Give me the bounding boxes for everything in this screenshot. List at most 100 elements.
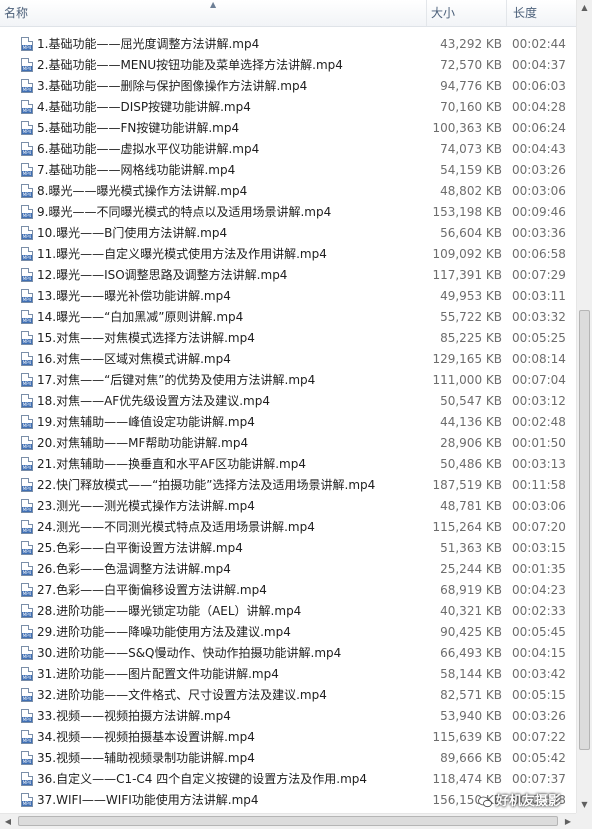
file-row[interactable]: 3.基础功能——删除与保护图像操作方法讲解.mp4 94,776 KB 00:06:…: [0, 76, 576, 97]
file-size: 111,000 KB: [432, 373, 502, 387]
file-row[interactable]: 7.基础功能——网格线功能讲解.mp4 54,159 KB 00:03:26: [0, 160, 576, 181]
file-row[interactable]: 26.色彩——色温调整方法讲解.mp4 25,244 KB 00:01:35: [0, 559, 576, 580]
file-row[interactable]: 18.对焦——AF优先级设置方法及建议.mp4 50,547 KB 00:03:12: [0, 391, 576, 412]
file-duration: 00:03:06: [512, 499, 566, 513]
file-name: 37.WIFI——WIFI功能使用方法讲解.mp4: [37, 793, 259, 807]
file-duration: 00:03:26: [512, 163, 566, 177]
file-row[interactable]: 34.视频——视频拍摄基本设置讲解.mp4 115,639 KB 00:07:22: [0, 727, 576, 748]
file-name: 14.曝光——“白加黑减”原则讲解.mp4: [37, 310, 244, 324]
mp4-file-icon: [21, 352, 33, 366]
file-size: 129,165 KB: [432, 352, 502, 366]
file-name: 4.基础功能——DISP按键功能讲解.mp4: [37, 100, 251, 114]
file-row[interactable]: 15.对焦——对焦模式选择方法讲解.mp4 85,225 KB 00:05:25: [0, 328, 576, 349]
file-duration: 00:03:06: [512, 184, 566, 198]
file-size: 74,073 KB: [440, 142, 502, 156]
mp4-file-icon: [21, 394, 33, 408]
file-row[interactable]: 22.快门释放模式——“拍摄功能”选择方法及适用场景讲解.mp4 187,519 …: [0, 475, 576, 496]
file-row[interactable]: 12.曝光——ISO调整思路及调整方法讲解.mp4 117,391 KB 00:07…: [0, 265, 576, 286]
file-duration: 00:03:32: [512, 310, 566, 324]
file-row[interactable]: 9.曝光——不同曝光模式的特点以及适用场景讲解.mp4 153,198 KB 00:…: [0, 202, 576, 223]
file-size: 40,321 KB: [440, 604, 502, 618]
file-row[interactable]: 11.曝光——自定义曝光模式使用方法及作用讲解.mp4 109,092 KB 00:…: [0, 244, 576, 265]
mp4-file-icon: [21, 709, 33, 723]
mp4-file-icon: [21, 604, 33, 618]
file-size: 109,092 KB: [432, 247, 502, 261]
file-size: 118,474 KB: [432, 772, 502, 786]
file-size: 53,940 KB: [440, 709, 502, 723]
file-duration: 00:05:45: [512, 625, 566, 639]
file-row[interactable]: 10.曝光——B门使用方法讲解.mp4 56,604 KB 00:03:36: [0, 223, 576, 244]
file-row[interactable]: 21.对焦辅助——换垂直和水平AF区功能讲解.mp4 50,486 KB 00:03…: [0, 454, 576, 475]
file-size: 55,722 KB: [440, 310, 502, 324]
file-duration: 00:08:14: [512, 352, 566, 366]
file-row[interactable]: 27.色彩——白平衡偏移设置方法讲解.mp4 68,919 KB 00:04:23: [0, 580, 576, 601]
file-row[interactable]: 8.曝光——曝光模式操作方法讲解.mp4 48,802 KB 00:03:06: [0, 181, 576, 202]
file-duration: 00:04:43: [512, 142, 566, 156]
file-duration: 00:03:13: [512, 457, 566, 471]
file-size: 89,666 KB: [440, 751, 502, 765]
mp4-file-icon: [21, 247, 33, 261]
file-name: 31.进阶功能——图片配置文件功能讲解.mp4: [37, 667, 279, 681]
file-row[interactable]: 33.视频——视频拍摄方法讲解.mp4 53,940 KB 00:03:26: [0, 706, 576, 727]
file-row[interactable]: 2.基础功能——MENU按钮功能及菜单选择方法讲解.mp4 72,570 KB 00…: [0, 55, 576, 76]
file-row[interactable]: 35.视频——辅助视频录制功能讲解.mp4 89,666 KB 00:05:42: [0, 748, 576, 769]
file-row[interactable]: 17.对焦——“后键对焦”的优势及使用方法讲解.mp4 111,000 KB 00:…: [0, 370, 576, 391]
scroll-right-arrow-icon[interactable]: ▶: [560, 814, 576, 829]
scroll-down-arrow-icon[interactable]: ▼: [577, 797, 592, 813]
file-name: 18.对焦——AF优先级设置方法及建议.mp4: [37, 394, 270, 408]
mp4-file-icon: [21, 457, 33, 471]
horizontal-scrollbar[interactable]: ◀ ▶: [0, 813, 576, 829]
file-row[interactable]: 28.进阶功能——曝光锁定功能（AEL）讲解.mp4 40,321 KB 00:02…: [0, 601, 576, 622]
file-size: 44,136 KB: [440, 415, 502, 429]
file-row[interactable]: 4.基础功能——DISP按键功能讲解.mp4 70,160 KB 00:04:28: [0, 97, 576, 118]
file-name: 17.对焦——“后键对焦”的优势及使用方法讲解.mp4: [37, 373, 316, 387]
mp4-file-icon: [21, 520, 33, 534]
column-header-duration[interactable]: 长度: [506, 0, 576, 26]
file-row[interactable]: 32.进阶功能——文件格式、尺寸设置方法及建议.mp4 82,571 KB 00:0…: [0, 685, 576, 706]
file-size: 48,781 KB: [440, 499, 502, 513]
file-size: 68,919 KB: [440, 583, 502, 597]
file-row[interactable]: 19.对焦辅助——峰值设定功能讲解.mp4 44,136 KB 00:02:48: [0, 412, 576, 433]
horizontal-scroll-thumb[interactable]: [18, 816, 558, 826]
file-size: 117,391 KB: [432, 268, 502, 282]
file-duration: 00:03:42: [512, 667, 566, 681]
file-row[interactable]: 30.进阶功能——S&Q慢动作、快动作拍摄功能讲解.mp4 66,493 KB 00…: [0, 643, 576, 664]
file-duration: 00:04:15: [512, 646, 566, 660]
scroll-up-arrow-icon[interactable]: ▲: [577, 0, 592, 16]
file-duration: 00:07:22: [512, 730, 566, 744]
mp4-file-icon: [21, 499, 33, 513]
file-row[interactable]: 36.自定义——C1-C4 四个自定义按键的设置方法及作用.mp4 118,474…: [0, 769, 576, 790]
file-duration: 00:04:37: [512, 58, 566, 72]
file-row[interactable]: 20.对焦辅助——MF帮助功能讲解.mp4 28,906 KB 00:01:50: [0, 433, 576, 454]
scroll-left-arrow-icon[interactable]: ◀: [0, 814, 16, 829]
file-size: 28,906 KB: [440, 436, 502, 450]
file-row[interactable]: 1.基础功能——屈光度调整方法讲解.mp4 43,292 KB 00:02:44: [0, 34, 576, 55]
file-name: 13.曝光——曝光补偿功能讲解.mp4: [37, 289, 231, 303]
vertical-scrollbar[interactable]: ▲ ▼: [576, 0, 592, 813]
file-duration: 00:07:04: [512, 373, 566, 387]
file-duration: 00:03:26: [512, 709, 566, 723]
file-row[interactable]: 31.进阶功能——图片配置文件功能讲解.mp4 58,144 KB 00:03:42: [0, 664, 576, 685]
mp4-file-icon: [21, 289, 33, 303]
file-duration: 00:01:35: [512, 562, 566, 576]
file-row[interactable]: 14.曝光——“白加黑减”原则讲解.mp4 55,722 KB 00:03:32: [0, 307, 576, 328]
file-row[interactable]: 5.基础功能——FN按键功能讲解.mp4 100,363 KB 00:06:24: [0, 118, 576, 139]
file-row[interactable]: 25.色彩——白平衡设置方法讲解.mp4 51,363 KB 00:03:15: [0, 538, 576, 559]
file-name: 26.色彩——色温调整方法讲解.mp4: [37, 562, 231, 576]
file-duration: 00:05:42: [512, 751, 566, 765]
file-row[interactable]: 16.对焦——区域对焦模式讲解.mp4 129,165 KB 00:08:14: [0, 349, 576, 370]
file-row[interactable]: 23.测光——测光模式操作方法讲解.mp4 48,781 KB 00:03:06: [0, 496, 576, 517]
file-row[interactable]: 24.测光——不同测光模式特点及适用场景讲解.mp4 115,264 KB 00:0…: [0, 517, 576, 538]
mp4-file-icon: [21, 772, 33, 786]
file-row[interactable]: 13.曝光——曝光补偿功能讲解.mp4 49,953 KB 00:03:11: [0, 286, 576, 307]
file-duration: 00:03:36: [512, 226, 566, 240]
file-duration: 00:07:29: [512, 268, 566, 282]
vertical-scroll-thumb[interactable]: [579, 310, 590, 750]
file-row[interactable]: 6.基础功能——虚拟水平仪功能讲解.mp4 74,073 KB 00:04:43: [0, 139, 576, 160]
mp4-file-icon: [21, 436, 33, 450]
file-row[interactable]: 29.进阶功能——降噪功能使用方法及建议.mp4 90,425 KB 00:05:4…: [0, 622, 576, 643]
file-name: 35.视频——辅助视频录制功能讲解.mp4: [37, 751, 255, 765]
file-name: 12.曝光——ISO调整思路及调整方法讲解.mp4: [37, 268, 288, 282]
file-name: 24.测光——不同测光模式特点及适用场景讲解.mp4: [37, 520, 315, 534]
column-header-size[interactable]: 大小: [426, 0, 506, 26]
